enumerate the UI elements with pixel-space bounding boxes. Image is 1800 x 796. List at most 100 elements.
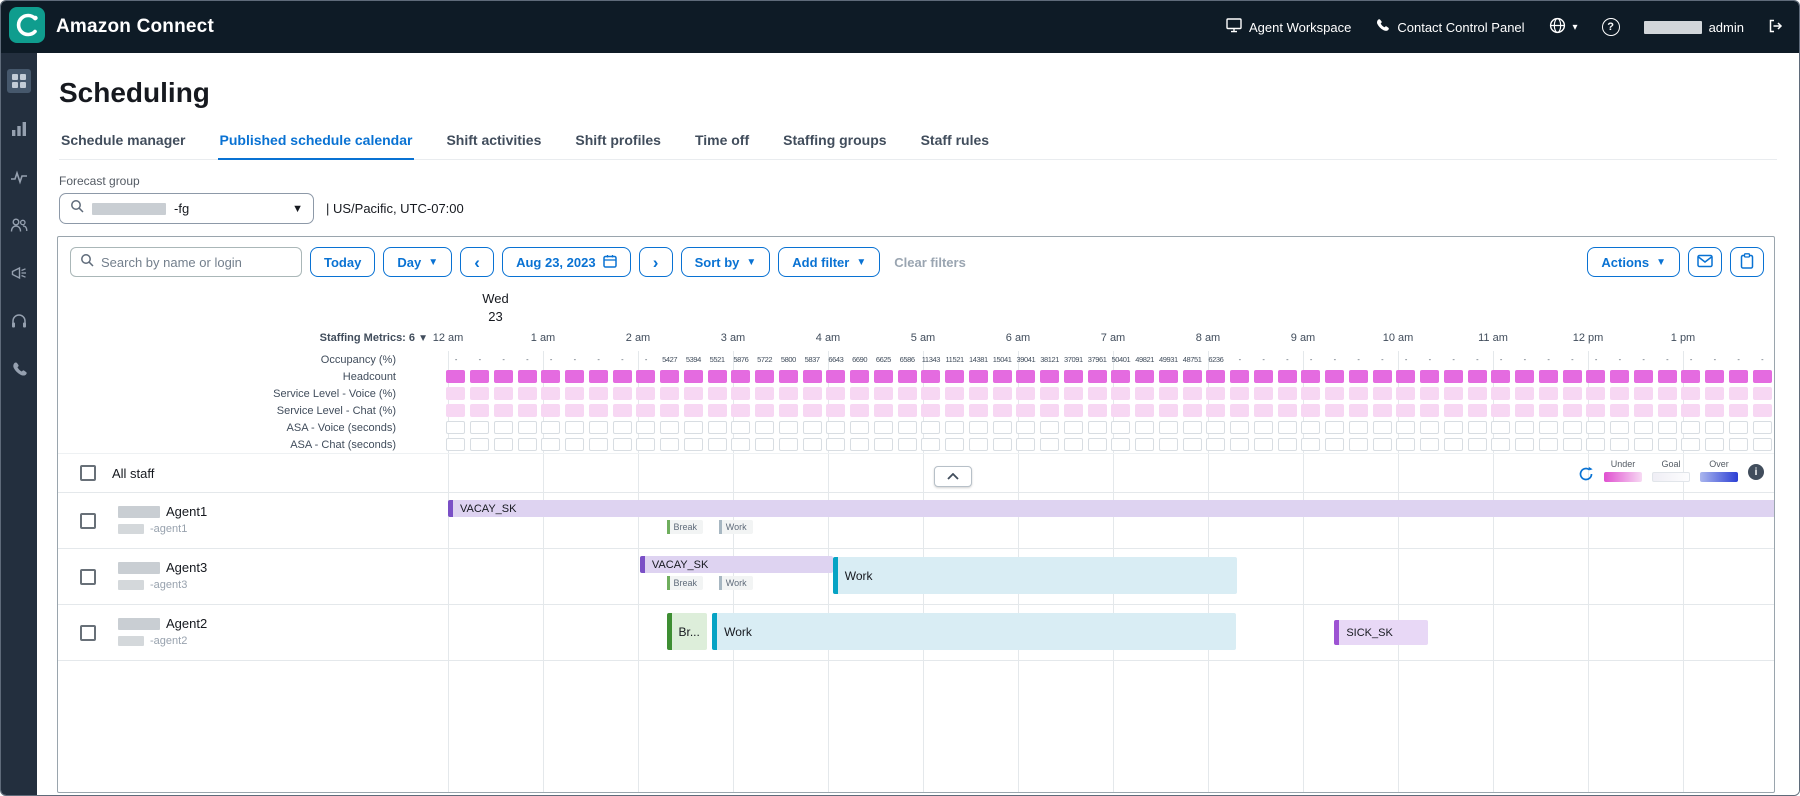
metric-square [1468, 438, 1487, 451]
metric-cell [1442, 385, 1466, 402]
next-day-button[interactable]: › [639, 247, 673, 277]
users-icon[interactable] [7, 213, 31, 237]
metric-square [1183, 387, 1202, 400]
tab-shift-activities[interactable]: Shift activities [444, 123, 543, 159]
user-menu[interactable]: admin [1644, 20, 1744, 35]
metric-cell [492, 419, 516, 436]
metric-cell [895, 368, 919, 385]
metric-square [1705, 370, 1724, 383]
previous-day-button[interactable]: ‹ [460, 247, 494, 277]
collapse-metrics-button[interactable] [934, 466, 972, 487]
metric-cell [1252, 436, 1276, 453]
tab-published-schedule-calendar[interactable]: Published schedule calendar [218, 123, 415, 160]
metric-square [1183, 438, 1202, 451]
metric-cell [1727, 385, 1751, 402]
metric-cell [1157, 436, 1181, 453]
agent-checkbox[interactable] [80, 625, 96, 641]
legend-goal: Goal [1652, 459, 1690, 482]
metric-square [494, 387, 513, 400]
metric-cell [634, 368, 658, 385]
metric-cell [1062, 436, 1086, 453]
actions-dropdown[interactable]: Actions▼ [1587, 247, 1680, 277]
language-selector[interactable]: ▾ [1549, 17, 1578, 37]
metric-square [589, 404, 608, 417]
tab-schedule-manager[interactable]: Schedule manager [59, 123, 188, 159]
agent-workspace-link[interactable]: Agent Workspace [1226, 18, 1351, 36]
agent-checkbox[interactable] [80, 513, 96, 529]
today-button[interactable]: Today [310, 247, 375, 277]
date-picker-button[interactable]: Aug 23, 2023 [502, 247, 631, 277]
metric-square [1563, 438, 1582, 451]
metric-square [1088, 370, 1107, 383]
all-staff-checkbox[interactable] [80, 465, 96, 481]
metric-cell [1727, 402, 1751, 419]
tab-time-off[interactable]: Time off [693, 123, 751, 159]
campaigns-megaphone-icon[interactable] [7, 261, 31, 285]
metric-cell [1679, 436, 1703, 453]
metric-cells [444, 402, 1774, 419]
clear-filters-button[interactable]: Clear filters [894, 255, 966, 270]
forecast-group-select[interactable]: -fg ▼ [59, 193, 314, 224]
logout-button[interactable] [1768, 19, 1783, 36]
metric-value: - [1595, 355, 1597, 364]
metric-square [826, 421, 845, 434]
agent-login-line: -agent1 [118, 523, 207, 535]
metric-square [1420, 370, 1439, 383]
metric-square [1444, 370, 1463, 383]
metric-cell [1560, 368, 1584, 385]
contact-phone-icon[interactable] [7, 357, 31, 381]
dashboard-grid-icon[interactable] [7, 69, 31, 93]
tab-shift-profiles[interactable]: Shift profiles [573, 123, 663, 159]
refresh-button[interactable] [1578, 466, 1594, 487]
metric-square [565, 370, 584, 383]
day-view-dropdown[interactable]: Day▼ [383, 247, 452, 277]
add-filter-dropdown[interactable]: Add filter▼ [778, 247, 880, 277]
info-icon[interactable]: i [1748, 464, 1764, 480]
help-button[interactable]: ? [1602, 18, 1620, 36]
staff-search-input[interactable] [101, 255, 292, 270]
tab-staff-rules[interactable]: Staff rules [919, 123, 991, 159]
metric-square [446, 438, 465, 451]
schedule-bar-work[interactable]: Work [833, 557, 1237, 594]
metric-square [898, 421, 917, 434]
metric-square [731, 421, 750, 434]
metric-value: 5427 [662, 355, 677, 364]
metric-square [969, 387, 988, 400]
schedule-bar-break[interactable]: Br... [667, 613, 708, 650]
contact-control-panel-link[interactable]: Contact Control Panel [1375, 18, 1524, 36]
metrics-bar-chart-icon[interactable] [7, 117, 31, 141]
metric-square [470, 421, 489, 434]
metric-cell [1513, 436, 1537, 453]
copy-schedule-button[interactable] [1730, 247, 1764, 277]
agent-headset-icon[interactable] [7, 309, 31, 333]
metric-square [826, 387, 845, 400]
metric-cell [634, 419, 658, 436]
agent-checkbox[interactable] [80, 569, 96, 585]
metric-cell [1750, 385, 1774, 402]
metric-square [1515, 387, 1534, 400]
metric-value: 37091 [1064, 355, 1083, 364]
schedule-bar-work[interactable]: Work [712, 613, 1236, 650]
metric-square [803, 387, 822, 400]
staffing-metrics-toggle[interactable]: Staffing Metrics: 6 ▼ [58, 332, 448, 344]
metric-cell [1394, 419, 1418, 436]
hour-labels: 12 am1 am2 am3 am4 am5 am6 am7 am8 am9 a… [448, 332, 1774, 350]
schedule-bar-vacay[interactable]: VACAY_SK [640, 556, 833, 573]
metric-row: Service Level - Voice (%) [58, 385, 1774, 402]
schedule-bar-sick[interactable]: SICK_SK [1334, 620, 1428, 645]
metric-square [446, 404, 465, 417]
metric-square [589, 421, 608, 434]
sort-by-label: Sort by [695, 255, 740, 270]
sort-by-dropdown[interactable]: Sort by▼ [681, 247, 771, 277]
metric-cell [1180, 402, 1204, 419]
metric-cell [1537, 436, 1561, 453]
real-time-pulse-icon[interactable] [7, 165, 31, 189]
schedule-bar-vacay[interactable]: VACAY_SK [448, 500, 1774, 517]
tab-staffing-groups[interactable]: Staffing groups [781, 123, 888, 159]
staff-search-box[interactable] [70, 247, 302, 277]
metric-cell: - [1703, 351, 1727, 368]
metric-cell [1394, 436, 1418, 453]
email-button[interactable] [1688, 247, 1722, 277]
metric-cell: - [1299, 351, 1323, 368]
metric-square [1016, 404, 1035, 417]
